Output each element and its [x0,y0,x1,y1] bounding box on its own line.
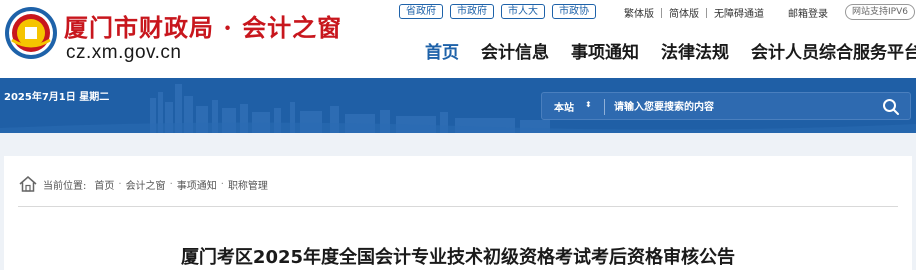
page: 厦门市财政局 · 会计之窗 cz.xm.gov.cn 省政府 市政府 市人大 市… [0,0,916,270]
divider [604,99,605,115]
breadcrumb-divider [18,206,898,207]
simplified-chinese-link[interactable]: 简体版 [669,5,699,20]
finance-emblem-icon[interactable] [4,6,58,60]
ipv6-badge: 网站支持IPV6 [845,4,915,20]
link-city-cppcc[interactable]: 市政协 [552,4,596,19]
main-nav: 首页 会计信息 事项通知 法律法规 会计人员综合服务平台 [425,38,916,63]
breadcrumb-item-home[interactable]: 首页 [94,177,114,192]
home-icon [19,176,37,192]
traditional-chinese-link[interactable]: 繁体版 [624,5,654,20]
utility-links: 繁体版 简体版 无障碍通道 邮箱登录 [624,5,828,20]
nav-laws[interactable]: 法律法规 [661,38,729,63]
search-input[interactable] [614,97,864,117]
link-city-government[interactable]: 市政府 [450,4,494,19]
divider [661,7,662,18]
breadcrumb-prefix: 当前位置: [43,180,87,192]
email-login-link[interactable]: 邮箱登录 [788,5,828,20]
search-scope-select[interactable]: 本站 [554,99,574,114]
site-header: 厦门市财政局 · 会计之窗 cz.xm.gov.cn 省政府 市政府 市人大 市… [0,0,916,78]
breadcrumb-item-title-management[interactable]: 职称管理 [228,177,268,192]
breadcrumb-item-notices[interactable]: 事项通知 [177,177,217,192]
banner: 2025年7月1日 星期二 本站 ⬍ [0,78,916,133]
sort-arrows-icon[interactable]: ⬍ [585,100,592,109]
article-title: 厦门考区2025年度全国会计专业技术初级资格考试考后资格审核公告 [180,247,736,268]
nav-service-platform[interactable]: 会计人员综合服务平台 [751,38,916,63]
site-domain: cz.xm.gov.cn [66,42,182,63]
divider [706,7,707,18]
nav-home[interactable]: 首页 [425,38,459,63]
breadcrumb-item-accounting[interactable]: 会计之窗 [126,177,166,192]
nav-accounting-info[interactable]: 会计信息 [481,38,549,63]
link-city-congress[interactable]: 市人大 [501,4,545,19]
search-icon[interactable] [882,98,900,116]
current-date: 2025年7月1日 星期二 [4,92,110,103]
accessibility-link[interactable]: 无障碍通道 [714,5,764,20]
link-province-government[interactable]: 省政府 [399,4,443,19]
breadcrumb: 当前位置: 首页 · 会计之窗 · 事项通知 · 职称管理 [18,174,268,194]
search-box: 本站 ⬍ [541,92,911,120]
nav-notices[interactable]: 事项通知 [571,38,639,63]
government-links: 省政府 市政府 市人大 市政协 [399,4,596,19]
site-title[interactable]: 厦门市财政局 · 会计之窗 [64,8,342,43]
